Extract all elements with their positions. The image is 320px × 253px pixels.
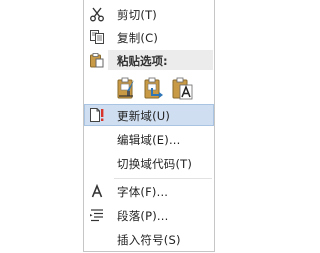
menu-item-copy[interactable]: 复制(C) <box>84 26 214 48</box>
context-menu: 剪切(T) 复制(C) 粘贴选项: 更新域(U) 编辑域(E)... 切换域代码… <box>83 0 215 252</box>
menu-item-label: 段落(P)... <box>117 209 169 223</box>
scissors-icon <box>89 6 105 22</box>
menu-item-label: 编辑域(E)... <box>117 133 181 147</box>
menu-item-insert-symbol[interactable]: 插入符号(S) <box>84 228 214 250</box>
menu-item-label: 更新域(U) <box>117 109 171 123</box>
menu-item-label: 插入符号(S) <box>117 233 181 247</box>
menu-item-label: 复制(C) <box>117 31 159 45</box>
menu-item-update-field[interactable]: 更新域(U) <box>84 104 214 126</box>
update-field-icon <box>89 107 105 123</box>
paste-keep-source-formatting-icon <box>115 77 139 104</box>
paste-merge-formatting-icon <box>142 77 166 104</box>
menu-item-font[interactable]: 字体(F)... <box>84 180 214 202</box>
paste-keep-source-formatting-button[interactable] <box>115 76 139 100</box>
menu-item-toggle-field-codes[interactable]: 切换域代码(T) <box>84 152 214 174</box>
paste-merge-formatting-button[interactable] <box>142 76 166 100</box>
menu-separator <box>114 178 212 179</box>
paste-text-only-icon <box>170 77 194 104</box>
paragraph-icon <box>89 207 105 223</box>
copy-icon <box>89 29 105 45</box>
paste-options-label: 粘贴选项: <box>117 54 168 68</box>
menu-item-paragraph[interactable]: 段落(P)... <box>84 204 214 226</box>
menu-item-edit-field[interactable]: 编辑域(E)... <box>84 128 214 150</box>
menu-item-label: 剪切(T) <box>117 8 157 22</box>
paste-text-only-button[interactable] <box>170 76 194 100</box>
font-icon <box>89 183 105 199</box>
menu-item-label: 切换域代码(T) <box>117 157 193 171</box>
paste-options-header: 粘贴选项: <box>108 50 213 70</box>
menu-item-cut[interactable]: 剪切(T) <box>84 3 214 25</box>
clipboard-icon <box>89 52 105 68</box>
menu-item-label: 字体(F)... <box>117 185 169 199</box>
